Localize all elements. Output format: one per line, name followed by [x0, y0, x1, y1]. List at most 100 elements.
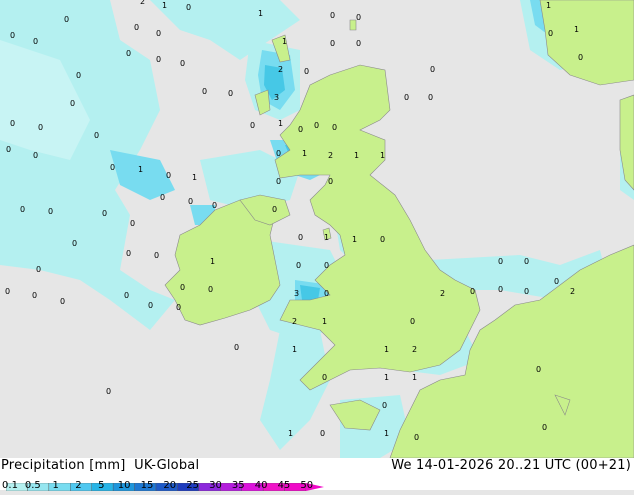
point-label: 0 — [380, 235, 385, 244]
point-label: 0 — [156, 29, 161, 38]
color-scale-labels: 0.1 0.5 1 2 5 10 15 20 25 30 35 40 45 50 — [0, 480, 634, 492]
point-label: 0 — [180, 59, 185, 68]
point-label: 0 — [130, 219, 135, 228]
point-label: 1 — [322, 317, 327, 326]
point-label: 0 — [106, 387, 111, 396]
point-label: 3 — [274, 93, 279, 102]
legend-tick-label: 0.5 — [24, 480, 41, 491]
point-label: 1 — [384, 345, 389, 354]
point-label: 1 — [288, 429, 293, 438]
point-label: 1 — [282, 37, 287, 46]
point-label: 0 — [414, 433, 419, 442]
point-label: 1 — [384, 373, 389, 382]
point-label: 0 — [64, 15, 69, 24]
point-label: 0 — [228, 89, 233, 98]
point-label: 1 — [210, 257, 215, 266]
point-label: 0 — [126, 249, 131, 258]
point-label: 0 — [304, 67, 309, 76]
point-label: 0 — [156, 55, 161, 64]
point-label: 1 — [192, 173, 197, 182]
point-label: 0 — [148, 301, 153, 310]
legend-tick-label: 10 — [117, 480, 131, 491]
legend-tick-label: 20 — [163, 480, 177, 491]
point-label: 1 — [412, 373, 417, 382]
land — [164, 0, 634, 458]
point-label: 0 — [296, 261, 301, 270]
point-label: 0 — [330, 11, 335, 20]
point-label: 0 — [126, 49, 131, 58]
point-label: 1 — [380, 151, 385, 160]
point-label: 0 — [33, 37, 38, 46]
point-label: 0 — [202, 87, 207, 96]
point-label: 0 — [212, 201, 217, 210]
legend-footer: Precipitation [mm] UK-Global We 14-01-20… — [0, 458, 634, 492]
point-label: 0 — [404, 93, 409, 102]
point-label: 0 — [176, 303, 181, 312]
point-label: 2 — [292, 317, 297, 326]
point-label: 0 — [498, 257, 503, 266]
point-label: 0 — [72, 239, 77, 248]
point-label: 1 — [354, 151, 359, 160]
legend-tick-label: 15 — [140, 480, 154, 491]
point-label: 1 — [352, 235, 357, 244]
point-label: 2 — [278, 65, 283, 74]
point-label: 1 — [384, 429, 389, 438]
point-label: 0 — [70, 99, 75, 108]
point-label: 0 — [32, 291, 37, 300]
precipitation-map: 0 0 0 0 0 0 0 0 0 0 0 1 0 1 0 0 0 0 0 0 … — [0, 0, 634, 458]
legend-tick-label: 50 — [300, 480, 314, 491]
point-label: 0 — [38, 123, 43, 132]
legend-tick-label: 0.1 — [2, 480, 18, 491]
point-label: 1 — [302, 149, 307, 158]
point-label: 0 — [298, 125, 303, 134]
point-label: 0 — [33, 151, 38, 160]
point-label: 0 — [410, 317, 415, 326]
point-label: 0 — [430, 65, 435, 74]
point-label: 0 — [124, 291, 129, 300]
point-label: 0 — [578, 53, 583, 62]
point-label: 0 — [536, 365, 541, 374]
point-label: 0 — [250, 121, 255, 130]
point-label: 0 — [154, 251, 159, 260]
legend-tick-label: 40 — [254, 480, 268, 491]
point-label: 0 — [76, 71, 81, 80]
point-label: 2 — [412, 345, 417, 354]
point-label: 2 — [440, 289, 445, 298]
point-label: 0 — [498, 285, 503, 294]
point-label: 0 — [276, 177, 281, 186]
point-label: 0 — [60, 297, 65, 306]
point-label: 0 — [332, 123, 337, 132]
point-label: 1 — [292, 345, 297, 354]
point-label: 0 — [330, 39, 335, 48]
point-label: 0 — [10, 119, 15, 128]
point-label: 0 — [94, 131, 99, 140]
point-label: 2 — [328, 151, 333, 160]
point-label: 2 — [570, 287, 575, 296]
legend-tick-label: 45 — [277, 480, 291, 491]
point-label: 0 — [554, 277, 559, 286]
point-label: 0 — [324, 261, 329, 270]
point-label: 0 — [428, 93, 433, 102]
point-label: 0 — [234, 343, 239, 352]
model-label: UK-Global — [134, 458, 200, 473]
point-label: 1 — [278, 119, 283, 128]
point-label: 1 — [546, 1, 551, 10]
point-label: 0 — [298, 233, 303, 242]
point-label: 0 — [134, 23, 139, 32]
point-label: 0 — [542, 423, 547, 432]
point-label: 0 — [272, 205, 277, 214]
point-label: 0 — [166, 171, 171, 180]
point-label: 0 — [160, 193, 165, 202]
point-label: 1 — [258, 9, 263, 18]
point-label: 1 — [138, 165, 143, 174]
point-label: 0 — [208, 285, 213, 294]
point-label: 0 — [48, 207, 53, 216]
legend-tick-label: 30 — [209, 480, 222, 491]
legend-tick-label: 1 — [52, 480, 59, 491]
point-label: 0 — [20, 205, 25, 214]
point-label: 0 — [320, 429, 325, 438]
point-label: 0 — [470, 287, 475, 296]
point-label: 0 — [102, 209, 107, 218]
point-label: 0 — [276, 149, 281, 158]
point-label: 0 — [314, 121, 319, 130]
